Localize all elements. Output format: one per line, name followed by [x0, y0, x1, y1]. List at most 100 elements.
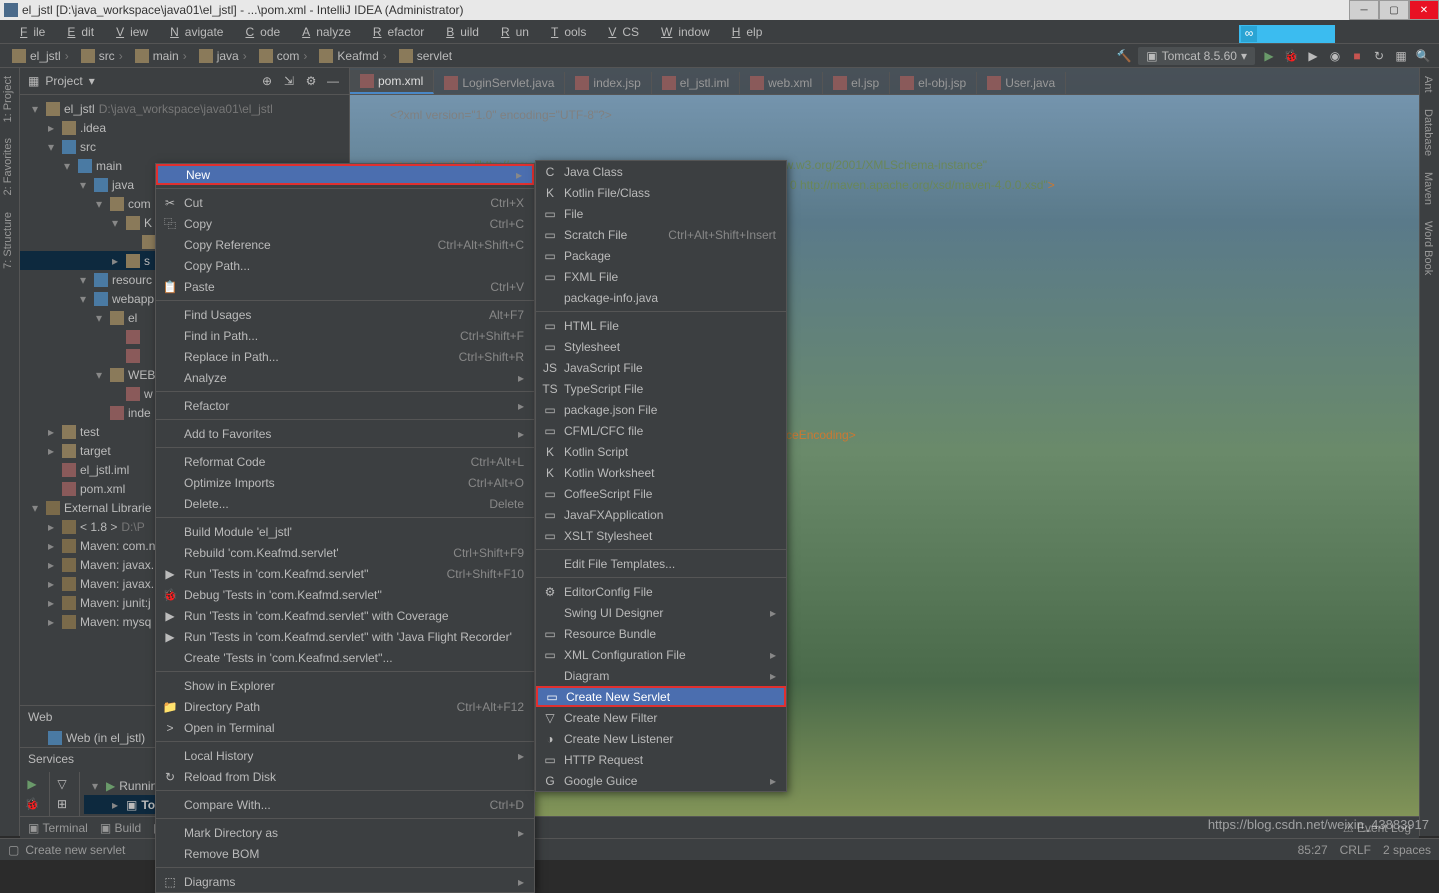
menu-item[interactable]: ▭package.json File: [536, 399, 786, 420]
menu-item[interactable]: Copy ReferenceCtrl+Alt+Shift+C: [156, 234, 534, 255]
editor-tab[interactable]: LoginServlet.java: [434, 72, 565, 94]
coverage-icon[interactable]: ▶: [1305, 48, 1321, 64]
status-item[interactable]: CRLF: [1340, 843, 1371, 857]
editor-tab[interactable]: pom.xml: [350, 70, 434, 94]
menu-item[interactable]: Mark Directory as▸: [156, 822, 534, 843]
tool-window-tab[interactable]: Word Book: [1420, 213, 1436, 283]
menu-item[interactable]: ◑Create New Listener: [536, 728, 786, 749]
bottom-tab[interactable]: ▣ Build: [100, 821, 141, 835]
menu-item[interactable]: ▶Run 'Tests in 'com.Keafmd.servlet'' wit…: [156, 605, 534, 626]
cloud-sync-indicator[interactable]: ∞: [1239, 25, 1335, 43]
editor-tab[interactable]: index.jsp: [565, 72, 651, 94]
profile-icon[interactable]: ◉: [1327, 48, 1343, 64]
tool-window-tab[interactable]: 1: Project: [0, 68, 16, 130]
menu-item[interactable]: ▽Create New Filter: [536, 707, 786, 728]
tool-window-tab[interactable]: 2: Favorites: [0, 130, 16, 203]
menu-item[interactable]: Copy Path...: [156, 255, 534, 276]
search-icon[interactable]: 🔍: [1415, 48, 1431, 64]
structure-icon[interactable]: ▦: [1393, 48, 1409, 64]
status-item[interactable]: 2 spaces: [1383, 843, 1431, 857]
menu-item[interactable]: ▭Resource Bundle: [536, 623, 786, 644]
stop-icon[interactable]: ■: [1349, 48, 1365, 64]
breadcrumb-item[interactable]: java ›: [195, 49, 251, 63]
build-icon[interactable]: 🔨: [1116, 48, 1132, 64]
chevron-down-icon[interactable]: ▾: [89, 74, 95, 88]
menu-item[interactable]: ▭XSLT Stylesheet: [536, 525, 786, 546]
menu-item[interactable]: ▭CFML/CFC file: [536, 420, 786, 441]
menu-item[interactable]: GGoogle Guice▸: [536, 770, 786, 791]
menu-item[interactable]: Reformat CodeCtrl+Alt+L: [156, 451, 534, 472]
menu-item[interactable]: Swing UI Designer▸: [536, 602, 786, 623]
menu-item[interactable]: KKotlin Script: [536, 441, 786, 462]
menu-item[interactable]: KKotlin File/Class: [536, 182, 786, 203]
menu-item[interactable]: ▶Run 'Tests in 'com.Keafmd.servlet'' wit…: [156, 626, 534, 647]
menu-item[interactable]: Diagram▸: [536, 665, 786, 686]
filter-icon[interactable]: ▽: [54, 776, 70, 792]
menu-item[interactable]: Create 'Tests in 'com.Keafmd.servlet''..…: [156, 647, 534, 668]
run-icon[interactable]: ▶: [1261, 48, 1277, 64]
breadcrumb-item[interactable]: el_jstl ›: [8, 49, 73, 63]
breadcrumb-item[interactable]: com ›: [255, 49, 312, 63]
editor-tab[interactable]: el_jstl.iml: [652, 72, 740, 94]
tree-item[interactable]: ▸.idea: [20, 118, 349, 137]
debug-icon[interactable]: 🐞: [1283, 48, 1299, 64]
menu-item[interactable]: >Open in Terminal: [156, 717, 534, 738]
menu-tools[interactable]: Tools: [539, 23, 592, 41]
menu-item[interactable]: ▭HTML File: [536, 315, 786, 336]
menu-item[interactable]: ▭Create New Servlet: [536, 686, 786, 707]
expand-icon[interactable]: ⇲: [281, 73, 297, 89]
bottom-tab[interactable]: ▣ Terminal: [28, 821, 88, 835]
gear-icon[interactable]: ⚙: [303, 73, 319, 89]
breadcrumb-item[interactable]: servlet: [395, 49, 456, 63]
menu-item[interactable]: JSJavaScript File: [536, 357, 786, 378]
editor-tab[interactable]: el.jsp: [823, 72, 890, 94]
menu-item[interactable]: ▭Scratch FileCtrl+Alt+Shift+Insert: [536, 224, 786, 245]
menu-code[interactable]: Code: [233, 23, 286, 41]
tool-window-tab[interactable]: Database: [1420, 101, 1436, 164]
breadcrumb-item[interactable]: main ›: [131, 49, 191, 63]
menu-file[interactable]: File: [8, 23, 51, 41]
menu-item[interactable]: ▶Run 'Tests in 'com.Keafmd.servlet''Ctrl…: [156, 563, 534, 584]
menu-item[interactable]: ↻Reload from Disk: [156, 766, 534, 787]
tool-window-tab[interactable]: Ant: [1420, 68, 1436, 101]
menu-item[interactable]: Local History▸: [156, 745, 534, 766]
menu-item[interactable]: ✂CutCtrl+X: [156, 192, 534, 213]
menu-item[interactable]: TSTypeScript File: [536, 378, 786, 399]
update-icon[interactable]: ↻: [1371, 48, 1387, 64]
editor-tab[interactable]: User.java: [977, 72, 1066, 94]
menu-item[interactable]: ▭Stylesheet: [536, 336, 786, 357]
menu-item[interactable]: ▭FXML File: [536, 266, 786, 287]
minimize-button[interactable]: ─: [1349, 0, 1379, 20]
menu-item[interactable]: package-info.java: [536, 287, 786, 308]
editor-tab[interactable]: web.xml: [740, 72, 823, 94]
menu-item[interactable]: ▭File: [536, 203, 786, 224]
run-config-selector[interactable]: ▣ Tomcat 8.5.60 ▾: [1138, 47, 1255, 65]
menu-build[interactable]: Build: [434, 23, 485, 41]
tree-item[interactable]: ▾el_jstl D:\java_workspace\java01\el_jst…: [20, 99, 349, 118]
menu-window[interactable]: Window: [649, 23, 716, 41]
menu-item[interactable]: 📁Directory PathCtrl+Alt+F12: [156, 696, 534, 717]
menu-item[interactable]: Rebuild 'com.Keafmd.servlet'Ctrl+Shift+F…: [156, 542, 534, 563]
breadcrumb-item[interactable]: Keafmd ›: [315, 49, 390, 63]
tool-window-tab[interactable]: 7: Structure: [0, 204, 16, 277]
maximize-button[interactable]: ▢: [1379, 0, 1409, 20]
menu-item[interactable]: Remove BOM: [156, 843, 534, 864]
tree-item[interactable]: ▾src: [20, 137, 349, 156]
menu-item[interactable]: Replace in Path...Ctrl+Shift+R: [156, 346, 534, 367]
menu-item[interactable]: ▭Package: [536, 245, 786, 266]
menu-run[interactable]: Run: [489, 23, 535, 41]
menu-navigate[interactable]: Navigate: [158, 23, 229, 41]
menu-item[interactable]: Analyze▸: [156, 367, 534, 388]
menu-item[interactable]: Edit File Templates...: [536, 553, 786, 574]
menu-item[interactable]: Find in Path...Ctrl+Shift+F: [156, 325, 534, 346]
run-icon[interactable]: ▶: [24, 776, 40, 792]
menu-item[interactable]: Compare With...Ctrl+D: [156, 794, 534, 815]
hide-icon[interactable]: —: [325, 73, 341, 89]
menu-item[interactable]: ⚙EditorConfig File: [536, 581, 786, 602]
editor-tab[interactable]: el-obj.jsp: [890, 72, 977, 94]
menu-item[interactable]: ⿻CopyCtrl+C: [156, 213, 534, 234]
menu-item[interactable]: 🐞Debug 'Tests in 'com.Keafmd.servlet'': [156, 584, 534, 605]
menu-item[interactable]: KKotlin Worksheet: [536, 462, 786, 483]
menu-item[interactable]: CJava Class: [536, 161, 786, 182]
menu-item[interactable]: Find UsagesAlt+F7: [156, 304, 534, 325]
